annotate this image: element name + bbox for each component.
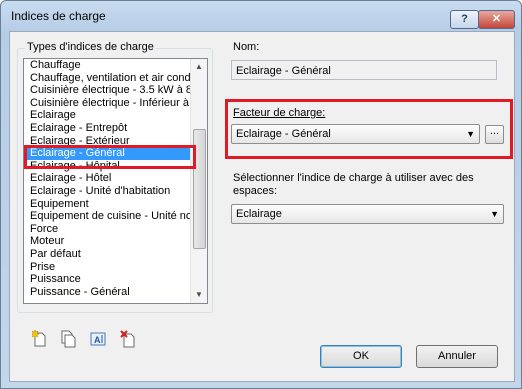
demand-factor-label-text: Facteur de charge:: [233, 107, 326, 119]
demand-factor-browse-button[interactable]: ...: [485, 125, 504, 144]
name-label: Nom:: [233, 41, 260, 53]
demand-factor-value: Eclairage - Général: [236, 128, 331, 140]
svg-text:A: A: [94, 335, 101, 345]
window-title: Indices de charge: [11, 9, 106, 23]
list-item[interactable]: Chauffage: [24, 59, 190, 72]
list-item[interactable]: Moteur: [24, 235, 190, 248]
types-list-items: Chauffage Chauffage, ventilation et air c…: [24, 59, 207, 298]
list-item[interactable]: Eclairage: [24, 109, 190, 122]
list-item[interactable]: Equipement: [24, 198, 190, 211]
rename-icon[interactable]: A: [90, 330, 106, 348]
duplicate-icon[interactable]: [60, 330, 76, 348]
scroll-down-arrow-icon[interactable]: ▼: [192, 288, 206, 302]
list-item[interactable]: Prise: [24, 261, 190, 274]
list-item[interactable]: Cuisinière électrique - Inférieur à 3.5 …: [24, 97, 190, 110]
demand-factor-select[interactable]: Eclairage - Général ▼: [231, 124, 480, 144]
list-item[interactable]: Equipement de cuisine - Unité non: [24, 210, 190, 223]
selected-item-highlight: [24, 145, 196, 169]
new-load-type-icon[interactable]: [32, 330, 48, 348]
chevron-down-icon: ▼: [490, 209, 499, 219]
space-load-select[interactable]: Eclairage ▼: [231, 204, 504, 224]
types-listbox[interactable]: Chauffage Chauffage, ventilation et air c…: [23, 58, 208, 304]
delete-icon[interactable]: [120, 330, 136, 348]
list-item[interactable]: Cuisinière électrique - 3.5 kW à 8.75 kW: [24, 84, 190, 97]
types-group-label: Types d'indices de charge: [25, 41, 156, 53]
list-item[interactable]: Eclairage - Hôtel: [24, 172, 190, 185]
list-item[interactable]: Par défaut: [24, 248, 190, 261]
list-item[interactable]: Chauffage, ventilation et air conditionn…: [24, 72, 190, 85]
scroll-up-arrow-icon[interactable]: ▲: [192, 60, 206, 74]
cancel-button[interactable]: Annuler: [416, 345, 498, 368]
close-button[interactable]: ✕: [478, 10, 515, 29]
demand-factor-label: Facteur de charge:: [233, 107, 325, 119]
list-scrollbar[interactable]: ▲ ▼: [190, 59, 207, 303]
space-load-label: Sélectionner l'indice de charge à utilis…: [233, 172, 503, 198]
list-item[interactable]: Eclairage - Unité d'habitation: [24, 185, 190, 198]
chevron-down-icon: ▼: [466, 129, 475, 139]
list-item[interactable]: Eclairage - Entrepôt: [24, 122, 190, 135]
help-button[interactable]: ?: [450, 10, 479, 29]
space-load-value: Eclairage: [236, 208, 282, 220]
name-field[interactable]: Eclairage - Général: [231, 60, 497, 80]
list-item[interactable]: Force: [24, 223, 190, 236]
list-item[interactable]: Puissance: [24, 273, 190, 286]
list-item[interactable]: Puissance - Général: [24, 286, 190, 299]
space-load-label-text: Sélectionner l'indice de charge à utilis…: [233, 172, 474, 197]
ok-button[interactable]: OK: [320, 345, 402, 368]
title-bar: Indices de charge ? ✕: [1, 1, 521, 31]
